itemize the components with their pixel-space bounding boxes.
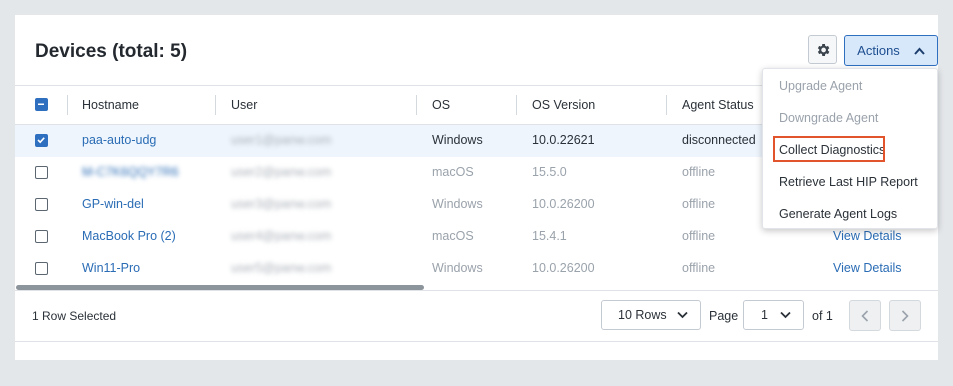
row-checkbox[interactable] [35,166,48,179]
highlight-box [773,136,885,162]
view-details-link[interactable]: View Details [833,261,902,275]
row-checkbox[interactable] [35,262,48,275]
user-cell: user4@panw.com [231,229,332,243]
menu-item-upgrade-agent[interactable]: Upgrade Agent [779,79,862,93]
hostname-link[interactable]: paa-auto-udg [82,133,156,147]
gear-icon [817,43,829,56]
table-footer: 1 Row Selected 10 Rows Page 1 of 1 [15,290,938,342]
rows-per-page-value: 10 Rows [618,308,667,322]
hostname-link[interactable]: Win11-Pro [82,261,140,275]
row-checkbox[interactable] [35,198,48,211]
os-version-cell: 10.0.22621 [532,133,595,147]
os-cell: Windows [432,197,483,211]
chevron-up-icon [914,47,925,55]
minus-icon [38,103,44,105]
hostname-link[interactable]: M-C7K6QQY7R6 [82,165,179,179]
os-version-cell: 15.5.0 [532,165,567,179]
os-cell: Windows [432,133,483,147]
os-cell: macOS [432,165,474,179]
check-icon [37,137,45,144]
page-value: 1 [761,308,768,322]
chevron-down-icon [677,311,688,319]
status-cell: disconnected [682,133,756,147]
menu-item-retrieve-hip-report[interactable]: Retrieve Last HIP Report [779,175,918,189]
column-header-agent-status[interactable]: Agent Status [682,98,754,112]
page-label: Page [709,309,739,323]
status-cell: offline [682,197,716,211]
os-version-cell: 10.0.26200 [532,197,595,211]
chevron-right-icon [901,309,909,322]
row-checkbox[interactable] [35,134,48,147]
actions-button[interactable]: Actions [844,35,938,66]
settings-button[interactable] [808,35,837,64]
row-checkbox[interactable] [35,230,48,243]
page-total: of 1 [812,309,833,323]
page-select[interactable]: 1 [743,300,804,330]
actions-button-label: Actions [857,43,900,58]
hostname-link[interactable]: GP-win-del [82,197,144,211]
page-title: Devices (total: 5) [35,41,188,62]
rows-per-page-select[interactable]: 10 Rows [601,300,701,330]
column-header-user[interactable]: User [231,98,257,112]
user-cell: user1@panw.com [231,133,332,147]
select-all-checkbox[interactable] [35,98,48,111]
next-page-button[interactable] [889,300,921,331]
table-row[interactable]: Win11-Pro user5@panw.com Windows 10.0.26… [15,253,938,285]
column-header-hostname[interactable]: Hostname [82,98,139,112]
menu-item-downgrade-agent[interactable]: Downgrade Agent [779,111,878,125]
chevron-down-icon [780,311,791,319]
chevron-left-icon [861,309,869,322]
os-cell: macOS [432,229,474,243]
view-details-link[interactable]: View Details [833,229,902,243]
user-cell: user2@panw.com [231,165,332,179]
user-cell: user3@panw.com [231,197,332,211]
previous-page-button[interactable] [849,300,881,331]
os-version-cell: 15.4.1 [532,229,567,243]
column-header-os[interactable]: OS [432,98,450,112]
hostname-link[interactable]: MacBook Pro (2) [82,229,176,243]
column-header-os-version[interactable]: OS Version [532,98,595,112]
user-cell: user5@panw.com [231,261,332,275]
status-cell: offline [682,165,716,179]
menu-item-generate-agent-logs[interactable]: Generate Agent Logs [779,207,897,221]
status-cell: offline [682,261,716,275]
selection-count: 1 Row Selected [32,309,117,323]
os-cell: Windows [432,261,483,275]
os-version-cell: 10.0.26200 [532,261,595,275]
status-cell: offline [682,229,716,243]
